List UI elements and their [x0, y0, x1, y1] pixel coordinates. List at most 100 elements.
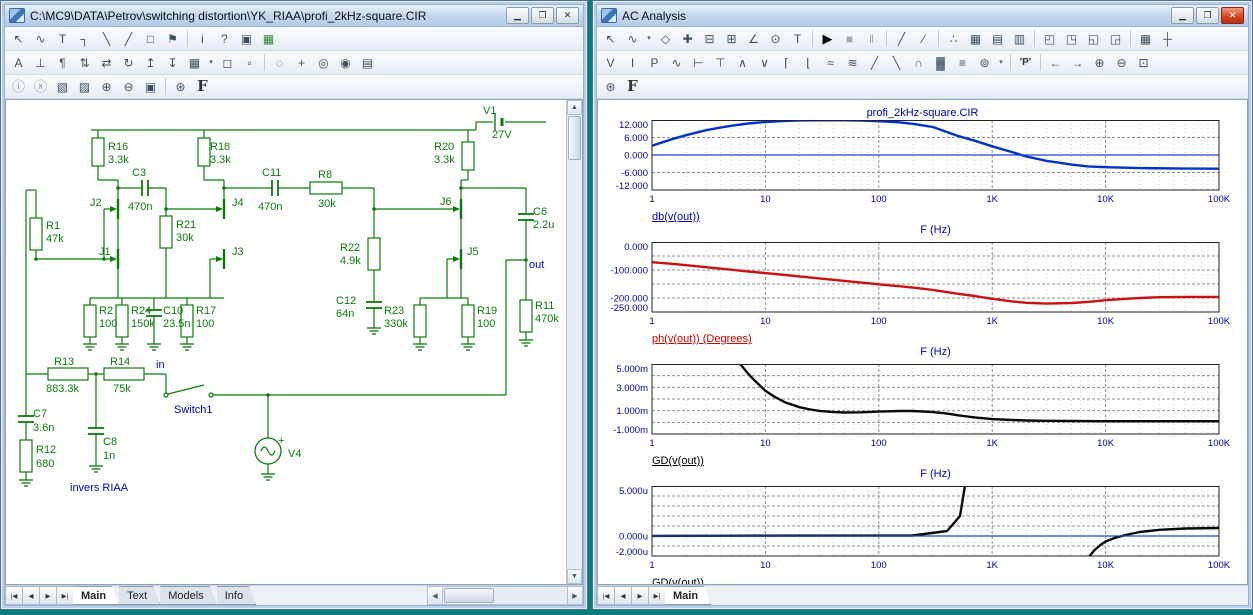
- stop-icon[interactable]: ■: [839, 28, 860, 49]
- copy-page-icon[interactable]: ▨: [74, 76, 95, 97]
- nav-prev-button[interactable]: ◀: [22, 586, 39, 605]
- page-layout-icon[interactable]: ▤: [357, 52, 378, 73]
- close-circle-icon[interactable]: ⓧ: [30, 76, 51, 97]
- scroll-thumb[interactable]: [568, 116, 581, 160]
- ruler-icon[interactable]: ▤: [987, 28, 1008, 49]
- probe-v-icon[interactable]: V: [600, 52, 621, 73]
- plot-ph(v(out)) (Degrees)[interactable]: 0.000-100.000-200.000-250.0001101001K10K…: [598, 242, 1248, 328]
- help-mode-icon[interactable]: ?: [214, 28, 235, 49]
- probe-point-icon[interactable]: ⊙: [765, 28, 786, 49]
- high-tool-icon[interactable]: ⌈: [776, 52, 797, 73]
- text-tool-icon[interactable]: T: [787, 28, 808, 49]
- maximize-button[interactable]: ❐: [1196, 7, 1219, 24]
- diag-wire-icon[interactable]: ╲: [96, 28, 117, 49]
- schematic-window[interactable]: C:\MC9\DATA\Petrov\switching distortion\…: [0, 0, 588, 610]
- zoom-out-icon[interactable]: ⊖: [1111, 52, 1132, 73]
- globe-icon[interactable]: ⊛: [170, 76, 191, 97]
- scroll-thumb[interactable]: [444, 588, 494, 603]
- grid-toggle-icon[interactable]: ▦: [184, 52, 205, 73]
- box-tool-icon[interactable]: ▫: [239, 52, 260, 73]
- graph-pick-icon[interactable]: ∿: [622, 28, 643, 49]
- font-f-icon[interactable]: F: [192, 76, 213, 97]
- data-points-icon[interactable]: ∴: [943, 28, 964, 49]
- nav-first-button[interactable]: |◀: [597, 586, 614, 605]
- horizontal-scrollbar[interactable]: ◀▶: [427, 586, 583, 605]
- binoculars2-icon[interactable]: ◉: [335, 52, 356, 73]
- scale-mode-icon[interactable]: ◇: [655, 28, 676, 49]
- globe-icon[interactable]: ⊛: [600, 76, 621, 97]
- flag-tool-icon[interactable]: ⚑: [162, 28, 183, 49]
- tag-v-icon[interactable]: ⊤: [710, 52, 731, 73]
- probe-i-icon[interactable]: I: [622, 52, 643, 73]
- info-mode-icon[interactable]: i: [192, 28, 213, 49]
- close-button[interactable]: ✕: [556, 7, 579, 24]
- axis-h-icon[interactable]: ⊟: [699, 28, 720, 49]
- rect-tool-icon[interactable]: □: [140, 28, 161, 49]
- pause-icon[interactable]: ‖: [861, 28, 882, 49]
- trace-label[interactable]: GD(v(out)): [652, 577, 1247, 585]
- flip-h-icon[interactable]: ⇄: [96, 52, 117, 73]
- trace-label[interactable]: GD(v(out)): [652, 455, 1247, 468]
- select-arrow-icon[interactable]: ↖: [600, 28, 621, 49]
- ortho-wire-icon[interactable]: ┐: [74, 28, 95, 49]
- text-tool-icon[interactable]: T: [52, 28, 73, 49]
- scroll-down-icon[interactable]: ▼: [567, 569, 582, 584]
- panel-b-icon[interactable]: ◳: [1061, 28, 1082, 49]
- vertical-scrollbar[interactable]: ▲ ▼: [566, 100, 582, 584]
- slope-down-icon[interactable]: ╲: [886, 52, 907, 73]
- plot-GD(v(out))[interactable]: 5.000m3.000m1.000m-1.000m1101001K10K100K: [598, 364, 1248, 450]
- slope-line-icon[interactable]: ∕: [913, 28, 934, 49]
- scroll-track[interactable]: [443, 586, 567, 605]
- zoom-fit-icon[interactable]: ⊡: [1133, 52, 1154, 73]
- nav-last-button[interactable]: ▶|: [56, 586, 73, 605]
- nav-last-button[interactable]: ▶|: [648, 586, 665, 605]
- axis-v-icon[interactable]: ⊞: [721, 28, 742, 49]
- panel-a-icon[interactable]: ◰: [1039, 28, 1060, 49]
- tab-main[interactable]: Main: [73, 586, 119, 605]
- zoom-in-icon[interactable]: ⊕: [1089, 52, 1110, 73]
- nav-next-button[interactable]: ▶: [39, 586, 56, 605]
- envelope-icon[interactable]: ∩: [908, 52, 929, 73]
- tab-text[interactable]: Text: [119, 586, 160, 605]
- wave-up-icon[interactable]: ≈: [820, 52, 841, 73]
- plot-GD(v(out))[interactable]: 5.000u0.000u-2.000u1101001K10K100K: [598, 486, 1248, 572]
- slope-up-icon[interactable]: ╱: [864, 52, 885, 73]
- minimize-button[interactable]: ▁: [506, 7, 529, 24]
- wire-wave-icon[interactable]: ∿: [30, 28, 51, 49]
- flow-text-icon[interactable]: ¶: [52, 52, 73, 73]
- line-tool-icon[interactable]: ╱: [891, 28, 912, 49]
- scroll-up-icon[interactable]: ▲: [567, 100, 582, 115]
- wave-down-icon[interactable]: ≋: [842, 52, 863, 73]
- step-up-icon[interactable]: ↥: [140, 52, 161, 73]
- low-tool-icon[interactable]: ⌊: [798, 52, 819, 73]
- numeric-output-icon[interactable]: ▥: [1009, 28, 1030, 49]
- spectrum-icon[interactable]: ▓: [930, 52, 951, 73]
- go-right-icon[interactable]: →: [1067, 52, 1088, 73]
- tab-info[interactable]: Info: [217, 586, 256, 605]
- step-down-icon[interactable]: ↧: [162, 52, 183, 73]
- page-border-icon[interactable]: ◻: [217, 52, 238, 73]
- grid-toggle-icon[interactable]: ▦: [965, 28, 986, 49]
- maximize-button[interactable]: ❐: [531, 7, 554, 24]
- scroll-left-icon[interactable]: ◀: [427, 586, 443, 605]
- tab-models[interactable]: Models: [160, 586, 216, 605]
- waterfall-icon[interactable]: ≡: [952, 52, 973, 73]
- p-label-icon[interactable]: 'P': [1015, 52, 1036, 73]
- dropdown-icon[interactable]: ▾: [644, 28, 654, 49]
- panel-c-icon[interactable]: ◱: [1083, 28, 1104, 49]
- go-left-icon[interactable]: ←: [1045, 52, 1066, 73]
- zoom-out-icon[interactable]: ⊖: [118, 76, 139, 97]
- close-button[interactable]: ✕: [1221, 7, 1244, 24]
- dropdown-icon[interactable]: ▾: [996, 52, 1006, 73]
- scroll-right-icon[interactable]: ▶: [567, 586, 583, 605]
- plot-db(v(out))[interactable]: 12.0006.0000.000-6.000-12.0001101001K10K…: [598, 120, 1248, 206]
- minimize-button[interactable]: ▁: [1171, 7, 1194, 24]
- run-icon[interactable]: ▶: [817, 28, 838, 49]
- schematic-canvas-area[interactable]: V127VR163.3kC3470nR183.3kC11470nR830kR20…: [5, 99, 583, 585]
- probe-power-icon[interactable]: P: [644, 52, 665, 73]
- tag-h-icon[interactable]: ⊢: [688, 52, 709, 73]
- tab-main[interactable]: Main: [665, 586, 711, 605]
- color-grid-icon[interactable]: ▦: [258, 28, 279, 49]
- trace-label[interactable]: ph(v(out)) (Degrees): [652, 333, 1247, 346]
- font-f-icon[interactable]: F: [622, 76, 643, 97]
